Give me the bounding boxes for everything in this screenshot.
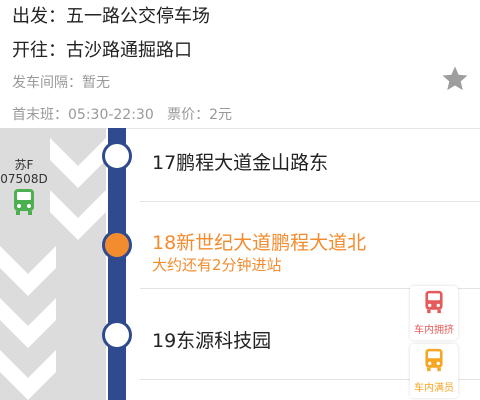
stop-node-19[interactable] bbox=[102, 320, 132, 350]
route-info-panel: 出发：五一路公交停车场 开往：古沙路通掘路口 发车间隔：暂无 首末班：05:30… bbox=[0, 0, 480, 128]
stop-name-17[interactable]: 17鹏程大道金山路东 bbox=[152, 148, 328, 175]
arrival-eta: 大约还有2分钟进站 bbox=[152, 256, 282, 274]
legend-full-label: 车内满员 bbox=[414, 383, 454, 394]
bus-plate-number: 07508D bbox=[0, 172, 48, 186]
service-hours: 首末班：05:30-22:30 bbox=[12, 107, 154, 123]
departure-row: 出发：五一路公交停车场 bbox=[12, 2, 210, 28]
destination-label: 开往： bbox=[12, 40, 66, 61]
service-hours-fare: 首末班：05:30-22:30 票价：2元 bbox=[12, 104, 232, 124]
departure-value: 五一路公交停车场 bbox=[66, 6, 210, 27]
favorite-star-icon[interactable] bbox=[440, 64, 470, 94]
stop-separator bbox=[140, 201, 480, 202]
legend-crowded-label: 车内拥挤 bbox=[414, 325, 454, 336]
bus-plate-prefix: 苏F bbox=[14, 158, 34, 172]
departure-label: 出发： bbox=[12, 6, 66, 27]
departure-interval: 发车间隔：暂无 bbox=[12, 75, 110, 91]
bus-marker[interactable]: 苏F 07508D bbox=[0, 158, 48, 220]
destination-value: 古沙路通掘路口 bbox=[66, 40, 192, 61]
route-track: 苏F 07508D 17鹏程大道金山路东 18新世纪大道鹏程大道北 大约还有2分… bbox=[0, 128, 480, 400]
bus-icon bbox=[14, 189, 34, 215]
stop-name-19[interactable]: 19东源科技园 bbox=[152, 326, 271, 353]
fare: 票价：2元 bbox=[167, 107, 233, 123]
crowded-bus-icon bbox=[425, 290, 443, 314]
full-bus-icon bbox=[425, 348, 443, 372]
stop-name-18[interactable]: 18新世纪大道鹏程大道北 bbox=[152, 228, 366, 255]
destination-row: 开往：古沙路通掘路口 bbox=[12, 36, 192, 62]
stop-node-17[interactable] bbox=[102, 141, 132, 171]
stop-node-18-current[interactable] bbox=[102, 230, 132, 260]
legend-crowded: 车内拥挤 bbox=[410, 286, 458, 340]
legend-full: 车内满员 bbox=[410, 344, 458, 398]
